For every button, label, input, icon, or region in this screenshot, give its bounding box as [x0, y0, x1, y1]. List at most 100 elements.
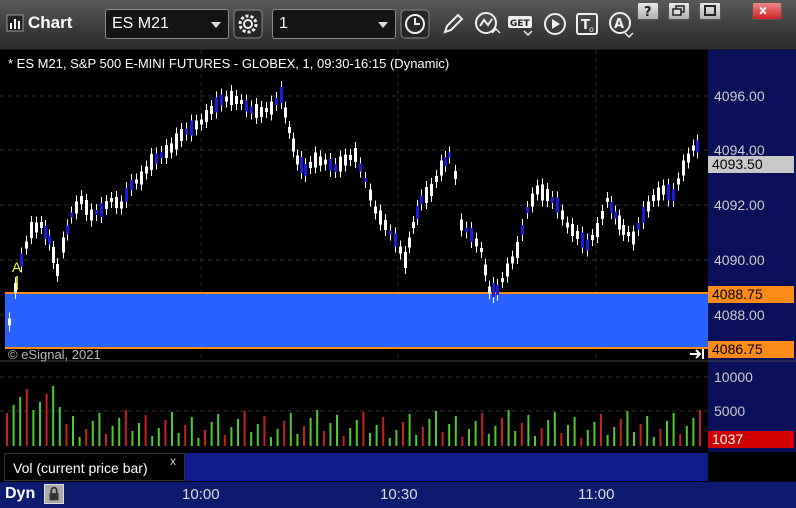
restore-button[interactable] [668, 2, 690, 20]
candle-body [344, 154, 347, 166]
candle-body [240, 100, 243, 104]
scroll-to-end-icon[interactable] [688, 347, 706, 361]
get-button[interactable]: GET [506, 9, 536, 39]
candle-body [265, 108, 268, 112]
volume-bar [289, 413, 292, 446]
clock-icon [400, 9, 430, 39]
candle-body [647, 201, 650, 212]
text-tool-button[interactable]: T o [573, 9, 603, 39]
interval-select[interactable]: 1 [272, 9, 396, 39]
candle-body [618, 215, 621, 230]
candle-body [551, 197, 554, 203]
price-zone-rectangle[interactable] [5, 293, 708, 348]
candle-body [354, 148, 357, 162]
candle-body [516, 242, 519, 258]
volume-bar [197, 438, 200, 446]
studies-button[interactable] [472, 9, 502, 39]
candle-body [255, 104, 258, 118]
lock-icon[interactable] [44, 484, 64, 504]
chevron-down-icon[interactable] [211, 22, 221, 28]
candle-body [155, 153, 158, 164]
candle-body [566, 222, 569, 228]
volume-bar [547, 420, 550, 446]
volume-bar [454, 416, 457, 446]
price-chart-canvas[interactable]: A [0, 50, 796, 508]
volume-bar [388, 438, 391, 446]
volume-bar [223, 435, 226, 446]
alert-button[interactable]: A [606, 9, 636, 39]
candle-body [546, 189, 549, 201]
candle-body [56, 264, 59, 276]
candle-body [120, 201, 123, 209]
candle-body [150, 154, 153, 170]
volume-bar [652, 437, 655, 446]
time-button[interactable] [400, 9, 430, 39]
candle-body [44, 226, 47, 239]
candle-body [586, 239, 589, 251]
candle-body [170, 143, 173, 153]
volume-legend[interactable]: Vol (current price bar) [4, 453, 185, 481]
text-tool-icon: T o [576, 13, 598, 35]
candle-body [492, 283, 495, 297]
chevron-down-icon[interactable] [378, 22, 388, 28]
volume-bar [468, 429, 470, 446]
volume-bar [540, 428, 543, 446]
candle-body [110, 198, 113, 202]
candle-body [394, 233, 397, 247]
close-icon [759, 6, 767, 15]
draw-button[interactable] [438, 9, 468, 39]
candle-body [511, 256, 514, 264]
volume-bar [270, 437, 272, 446]
volume-bar [237, 419, 239, 446]
chart-area[interactable]: A * ES M21, S&P 500 E-MINI FUTURES - GLO… [0, 50, 796, 508]
volume-bar [553, 412, 556, 446]
volume-bar [111, 426, 114, 446]
candle-body [475, 238, 478, 247]
candle-body [454, 171, 457, 179]
volume-bar [309, 418, 312, 446]
close-button[interactable] [752, 2, 782, 20]
volume-bar [593, 422, 596, 446]
symbol-select[interactable]: ES M21 [105, 9, 229, 39]
candle-body [448, 152, 451, 158]
help-button[interactable]: ? [637, 2, 659, 20]
volume-bar [402, 422, 404, 446]
chart-app-icon [6, 14, 24, 32]
price-axis[interactable] [708, 50, 796, 452]
last-price-tag: 4093.50 [708, 156, 794, 173]
volume-bar [699, 410, 701, 446]
volume-bar [487, 434, 490, 446]
candle-body [195, 120, 198, 130]
play-button[interactable] [540, 9, 570, 39]
price-tick-label: 4088.00 [714, 307, 765, 323]
candle-body [379, 210, 382, 225]
volume-bar [633, 432, 635, 446]
candle-body [245, 100, 248, 112]
candle-body [324, 159, 327, 165]
settings-button[interactable] [233, 9, 263, 39]
candle-body [369, 189, 372, 201]
volume-bar [131, 431, 134, 446]
candle-body [225, 96, 228, 102]
maximize-button[interactable] [699, 2, 721, 20]
candle-body [215, 97, 218, 113]
candle-body [591, 235, 594, 240]
volume-bar [527, 415, 530, 446]
candle-body [329, 159, 332, 171]
volume-bar [105, 434, 107, 446]
candle-body [80, 196, 83, 204]
candle-body [408, 237, 411, 248]
candle-body [30, 222, 33, 238]
volume-bar [415, 435, 418, 446]
candle-body [571, 224, 574, 236]
time-tick-label: 11:00 [578, 486, 615, 503]
candle-body [175, 133, 178, 150]
volume-bar [586, 430, 589, 446]
volume-bar [481, 413, 484, 446]
candle-body [657, 187, 660, 201]
volume-bar [646, 416, 649, 446]
candle-body [601, 211, 604, 219]
dynamic-label: Dyn [5, 485, 36, 502]
volume-bar [349, 428, 352, 446]
legend-close-icon[interactable]: x [170, 454, 176, 468]
